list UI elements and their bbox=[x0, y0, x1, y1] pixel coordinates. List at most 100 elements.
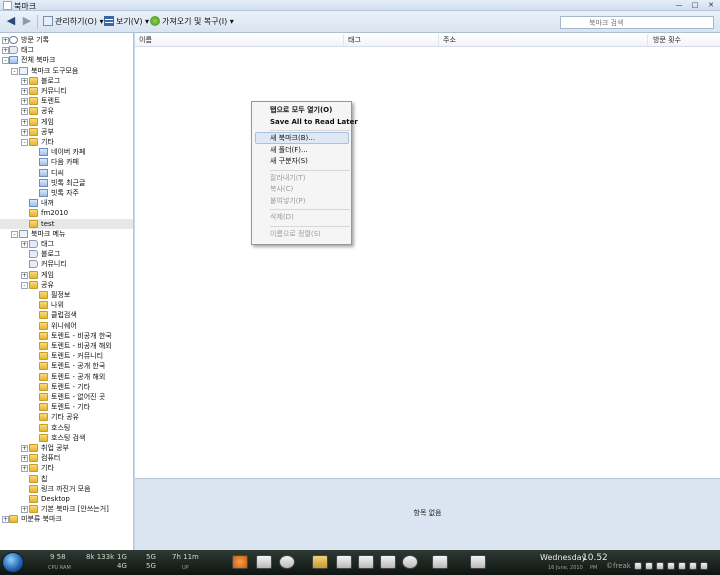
tray-icon[interactable] bbox=[678, 562, 686, 570]
tree-item[interactable]: fm2010 bbox=[0, 208, 133, 218]
expand-toggle[interactable]: + bbox=[21, 465, 28, 473]
star-icon[interactable] bbox=[402, 555, 418, 569]
tree-item[interactable]: - 북마크 메뉴 bbox=[0, 229, 133, 239]
menu-item[interactable]: 잘라내기(T) bbox=[270, 173, 306, 184]
menu-item[interactable]: 삭제(D) bbox=[270, 212, 294, 223]
column-divider[interactable] bbox=[647, 34, 648, 46]
tree-item[interactable]: 위니쉐어 bbox=[0, 321, 133, 331]
menu-item[interactable]: Save All to Read Later bbox=[270, 117, 358, 128]
expand-toggle[interactable]: + bbox=[21, 455, 28, 463]
laptop-icon[interactable] bbox=[432, 555, 448, 569]
column-divider[interactable] bbox=[343, 34, 344, 46]
tree-item[interactable]: 칩 bbox=[0, 474, 133, 484]
tree-item[interactable]: 토렌트 - 기타 bbox=[0, 402, 133, 412]
floppy-icon[interactable] bbox=[256, 555, 272, 569]
views-menu-button[interactable]: 보기(V) ▾ bbox=[104, 15, 149, 29]
maximize-button[interactable]: □ bbox=[690, 1, 700, 10]
tree-item[interactable]: + 미분류 북마크 bbox=[0, 514, 133, 524]
network-plug-icon[interactable] bbox=[470, 555, 486, 569]
expand-toggle[interactable]: + bbox=[21, 241, 28, 248]
tree-item[interactable]: 호스팅 bbox=[0, 423, 133, 433]
tree-item[interactable]: 빗톡 자주 bbox=[0, 188, 133, 198]
tree-item[interactable]: - 기타 bbox=[0, 137, 133, 147]
tree-item[interactable]: - 북마크 도구모음 bbox=[0, 66, 133, 76]
tree-item[interactable]: + 블로그 bbox=[0, 76, 133, 86]
tree-item[interactable]: 디씨 bbox=[0, 168, 133, 178]
forward-button[interactable]: ▶ bbox=[20, 15, 34, 29]
expand-toggle[interactable]: + bbox=[2, 37, 9, 44]
menu-item[interactable]: 붙여넣기(P) bbox=[270, 196, 305, 207]
search-input[interactable] bbox=[560, 16, 714, 29]
tray-icon[interactable] bbox=[645, 562, 653, 570]
tree-item[interactable]: + 태그 bbox=[0, 45, 133, 55]
expand-toggle[interactable]: + bbox=[21, 128, 28, 136]
tree-item[interactable]: 토렌트 - 비공개 해외 bbox=[0, 341, 133, 351]
close-button[interactable]: ✕ bbox=[706, 1, 716, 10]
tree-item[interactable]: + 커뮤니티 bbox=[0, 86, 133, 96]
organize-menu-button[interactable]: 관리하기(O) ▾ bbox=[43, 15, 104, 29]
tree-item[interactable]: Desktop bbox=[0, 494, 133, 504]
tray-icon[interactable] bbox=[700, 562, 708, 570]
tree-item[interactable]: + 게임 bbox=[0, 270, 133, 280]
menu-item[interactable]: 새 구분자(S) bbox=[270, 156, 308, 167]
tree-item[interactable]: + 기본 북마크 [안쓰는거] bbox=[0, 504, 133, 514]
column-header-location[interactable]: 주소 bbox=[443, 35, 456, 45]
tree-item[interactable]: 토렌트 - 비공개 한국 bbox=[0, 331, 133, 341]
tree-item[interactable]: test bbox=[0, 218, 133, 229]
tree-item[interactable]: - 공유 bbox=[0, 280, 133, 290]
tree-item[interactable]: 커뮤니티 bbox=[0, 259, 133, 269]
expand-toggle[interactable]: + bbox=[21, 108, 28, 116]
menu-item[interactable]: 새 폴더(F)... bbox=[270, 145, 308, 156]
collapse-toggle[interactable]: - bbox=[2, 57, 9, 65]
expand-toggle[interactable]: + bbox=[21, 88, 28, 95]
bookmarks-tree[interactable]: + 방문 기록 + 태그 - 전체 북마크 - 북마크 도구모음 + 블로그 + 커뮤니티 + 토렌트 + 공… bbox=[0, 33, 134, 550]
tree-item[interactable]: 다음 카페 bbox=[0, 157, 133, 167]
column-header-visit-count[interactable]: 방문 횟수 bbox=[653, 35, 681, 45]
tree-item[interactable]: 블로그 bbox=[0, 249, 133, 259]
column-header-tags[interactable]: 태그 bbox=[348, 35, 361, 45]
tree-item[interactable]: 나위 bbox=[0, 300, 133, 310]
firefox-icon[interactable] bbox=[232, 555, 248, 569]
tree-item[interactable]: + 기타 bbox=[0, 463, 133, 473]
expand-toggle[interactable]: + bbox=[2, 516, 9, 524]
collapse-toggle[interactable]: - bbox=[11, 67, 18, 75]
expand-toggle[interactable]: + bbox=[21, 445, 28, 452]
minimize-button[interactable]: — bbox=[674, 1, 684, 10]
tree-item[interactable]: + 방문 기록 bbox=[0, 35, 133, 45]
column-divider[interactable] bbox=[438, 34, 439, 46]
menu-item[interactable]: 탭으로 모두 열기(O) bbox=[270, 105, 332, 116]
tree-item[interactable]: 내꺼 bbox=[0, 198, 133, 208]
tree-item[interactable]: 토렌트 - 공개 해외 bbox=[0, 372, 133, 382]
menu-item[interactable]: 복사(C) bbox=[270, 184, 293, 195]
tree-item[interactable]: 기타 공유 bbox=[0, 412, 133, 422]
expand-toggle[interactable]: + bbox=[21, 98, 28, 106]
start-orb-icon[interactable] bbox=[2, 552, 24, 573]
tree-item[interactable]: + 컴퓨터 bbox=[0, 453, 133, 463]
collapse-toggle[interactable]: - bbox=[21, 139, 28, 146]
folder-icon[interactable] bbox=[312, 555, 328, 569]
tree-item[interactable]: 클럽검색 bbox=[0, 310, 133, 320]
tree-item[interactable]: 호스팅 검색 bbox=[0, 433, 133, 443]
tree-item[interactable]: + 토렌트 bbox=[0, 96, 133, 106]
font-a-icon[interactable] bbox=[358, 555, 374, 569]
tree-item[interactable]: 토렌트 - 기타 bbox=[0, 382, 133, 392]
expand-toggle[interactable]: + bbox=[21, 506, 28, 514]
tray-icon[interactable] bbox=[689, 562, 697, 570]
tray-icon[interactable] bbox=[634, 562, 642, 570]
tree-item[interactable]: 토렌트 - 커뮤니티 bbox=[0, 351, 133, 361]
back-button[interactable]: ◀ bbox=[4, 15, 18, 29]
collapse-toggle[interactable]: - bbox=[21, 281, 28, 289]
tray-icon[interactable] bbox=[656, 562, 664, 570]
expand-toggle[interactable]: + bbox=[21, 271, 28, 279]
menu-item[interactable]: 이름으로 정렬(S) bbox=[270, 229, 321, 240]
bookmark-list-pane[interactable]: 이름 태그 주소 방문 횟수 항목 없음 bbox=[135, 33, 720, 550]
apps-grid-icon[interactable] bbox=[336, 555, 352, 569]
collapse-toggle[interactable]: - bbox=[11, 230, 18, 238]
tree-item[interactable]: + 공유 bbox=[0, 106, 133, 116]
tray-icon[interactable] bbox=[667, 562, 675, 570]
tree-item[interactable]: + 게임 bbox=[0, 117, 133, 127]
expand-toggle[interactable]: + bbox=[21, 77, 28, 85]
menu-item[interactable]: 새 북마크(B)... bbox=[270, 133, 315, 144]
tree-item[interactable]: 링크 까진거 모음 bbox=[0, 484, 133, 494]
monitor-icon[interactable] bbox=[380, 555, 396, 569]
